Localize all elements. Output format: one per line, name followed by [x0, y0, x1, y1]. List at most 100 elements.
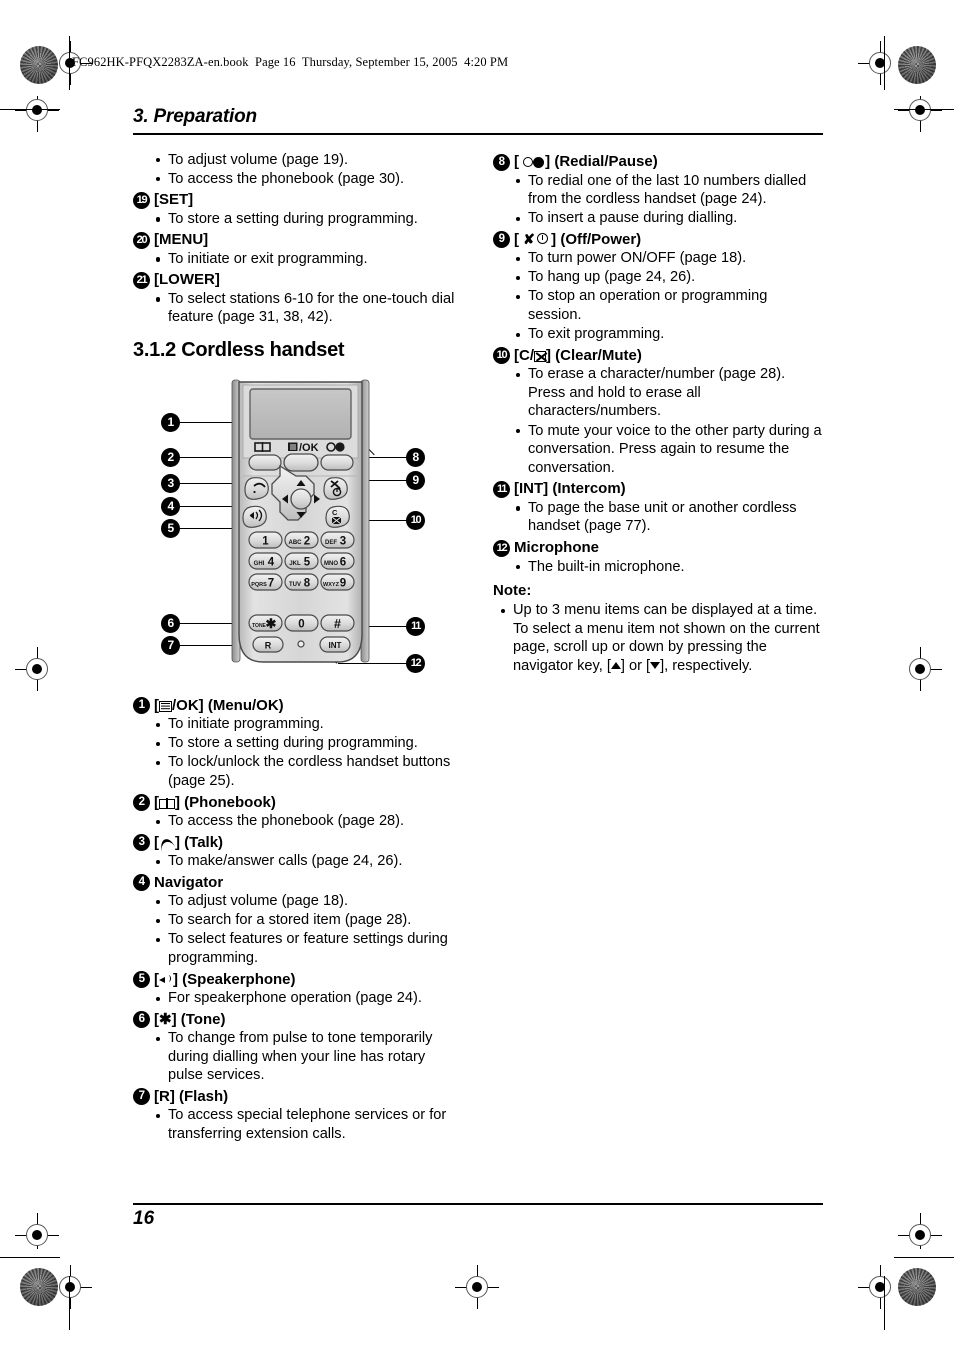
item-10-bullets: To erase a character/number (page 28). P…	[493, 365, 823, 477]
item-label: [ ✘] (Off/Power)	[514, 230, 642, 248]
list-item: To initiate programming.	[154, 715, 463, 734]
svg-text:2: 2	[304, 536, 310, 548]
svg-text:8: 8	[304, 578, 311, 590]
callout-number: 2	[133, 794, 150, 812]
registration-mark-bottom-left-inner	[15, 1213, 59, 1257]
halftone-dot-top-right	[898, 46, 936, 84]
item-1-menu-ok: 1 [/OK] (Menu/OK)	[133, 696, 463, 715]
item-4-navigator: 4 Navigator	[133, 873, 463, 892]
callout-number: 10	[493, 347, 510, 365]
list-item: To page the base unit or another cordles…	[514, 499, 823, 536]
item-9-bullets: To turn power ON/OFF (page 18). To hang …	[493, 249, 823, 343]
svg-text:JKL: JKL	[289, 561, 301, 567]
item-label: [LOWER]	[154, 271, 220, 289]
list-item: For speakerphone operation (page 24).	[154, 989, 463, 1008]
item-2-phonebook: 2 [] (Phonebook)	[133, 793, 463, 812]
svg-text:1: 1	[262, 536, 269, 548]
callout-number: 12	[493, 539, 510, 557]
svg-text:R: R	[265, 641, 272, 651]
callout-11: 11	[406, 617, 425, 636]
trim-line-bottom-left-vertical	[69, 1276, 71, 1330]
list-item: Up to 3 menu items can be displayed at a…	[499, 601, 823, 675]
item-label: [SET]	[154, 191, 194, 209]
mute-icon	[534, 350, 546, 362]
trim-line-right-vertical	[884, 36, 886, 90]
svg-text:#: #	[334, 617, 341, 631]
callout-number: 11	[493, 480, 510, 498]
svg-text:PQRS: PQRS	[251, 582, 267, 588]
callout-3: 3	[161, 474, 180, 493]
talk-icon	[159, 837, 175, 849]
svg-text:DEF: DEF	[325, 540, 337, 546]
svg-text:0: 0	[298, 619, 304, 631]
off-power-icon: ✘	[523, 232, 551, 246]
svg-text:TONE: TONE	[252, 623, 266, 629]
trim-line-bottom-left-horizontal	[0, 1257, 60, 1259]
callout-9: 9	[406, 471, 425, 490]
item-label: [] (Phonebook)	[154, 793, 276, 811]
svg-text:ABC: ABC	[289, 540, 303, 546]
registration-mark-mid-right	[898, 647, 942, 691]
list-item: To store a setting during programming.	[154, 734, 463, 753]
item-label: [] (Talk)	[154, 833, 224, 851]
svg-text:9: 9	[340, 578, 346, 590]
item-12-microphone: 12 Microphone	[493, 538, 823, 557]
item-20-bullets: To initiate or exit programming.	[133, 250, 463, 269]
halftone-dot-bottom-right	[898, 1268, 936, 1306]
leading-bullet-list: To adjust volume (page 19). To access th…	[133, 151, 463, 189]
list-item: To select stations 6-10 for the one-touc…	[154, 290, 463, 327]
item-19-set: 19 [SET]	[133, 190, 463, 209]
svg-text:3: 3	[340, 536, 346, 548]
trim-line-left-horizontal	[0, 109, 60, 111]
note-bullet-list: Up to 3 menu items can be displayed at a…	[493, 601, 823, 675]
svg-text:7: 7	[268, 578, 274, 590]
callout-6: 6	[161, 614, 180, 633]
list-item: To initiate or exit programming.	[154, 250, 463, 269]
svg-text:INT: INT	[329, 641, 342, 650]
callout-number: 5	[133, 971, 150, 989]
handset-redial-key	[320, 454, 354, 471]
callout-1: 1	[161, 413, 180, 432]
item-9-off-power: 9 [ ✘] (Off/Power)	[493, 230, 823, 249]
item-7-bullets: To access special telephone services or …	[133, 1106, 463, 1143]
item-8-redial-pause: 8 [ ] (Redial/Pause)	[493, 152, 823, 171]
list-item: To search for a stored item (page 28).	[154, 911, 463, 930]
handset-clear-mute-key	[325, 505, 350, 528]
item-21-bullets: To select stations 6-10 for the one-touc…	[133, 290, 463, 327]
list-item: To insert a pause during dialling.	[514, 209, 823, 228]
list-item: To adjust volume (page 18).	[154, 892, 463, 911]
handset-illustration: /OK C 1 ABC 2 DEF 3 GHI 4 JKL 5 MNO 6 PQ…	[231, 379, 370, 663]
handset-talk-key	[244, 477, 269, 500]
callout-number: 20	[133, 231, 150, 249]
list-item: To store a setting during programming.	[154, 210, 463, 229]
registration-mark-mid-left	[15, 647, 59, 691]
callout-number: 21	[133, 271, 150, 289]
svg-text:MNO: MNO	[324, 561, 338, 567]
handset-menu-ok-key	[283, 453, 319, 472]
list-item: To access the phonebook (page 30).	[154, 170, 463, 189]
callout-number: 7	[133, 1088, 150, 1106]
list-item: To exit programming.	[514, 325, 823, 344]
list-item: To make/answer calls (page 24, 26).	[154, 852, 463, 871]
callout-number: 8	[493, 153, 510, 171]
item-3-bullets: To make/answer calls (page 24, 26).	[133, 852, 463, 871]
callout-number: 3	[133, 834, 150, 852]
header-rule	[133, 133, 823, 135]
callout-12: 12	[406, 654, 425, 673]
svg-text:TUV: TUV	[289, 582, 301, 588]
trim-line-bottom-right-vertical	[884, 1276, 886, 1330]
list-item: To select features or feature settings d…	[154, 930, 463, 967]
list-item: To adjust volume (page 19).	[154, 151, 463, 170]
svg-text:GHI: GHI	[254, 561, 265, 567]
print-header-text: FC962HK-PFQX2283ZA-en.book Page 16 Thurs…	[72, 55, 509, 69]
svg-text:✱: ✱	[266, 616, 277, 631]
arrow-down-icon	[650, 661, 661, 669]
registration-mark-bottom-right	[858, 1265, 902, 1309]
item-5-speakerphone: 5 [] (Speakerphone)	[133, 970, 463, 989]
registration-mark-bottom-center	[455, 1265, 499, 1309]
callout-7: 7	[161, 636, 180, 655]
item-19-bullets: To store a setting during programming.	[133, 210, 463, 229]
callout-10: 10	[406, 511, 425, 530]
list-item: To turn power ON/OFF (page 18).	[514, 249, 823, 268]
callout-8: 8	[406, 448, 425, 467]
